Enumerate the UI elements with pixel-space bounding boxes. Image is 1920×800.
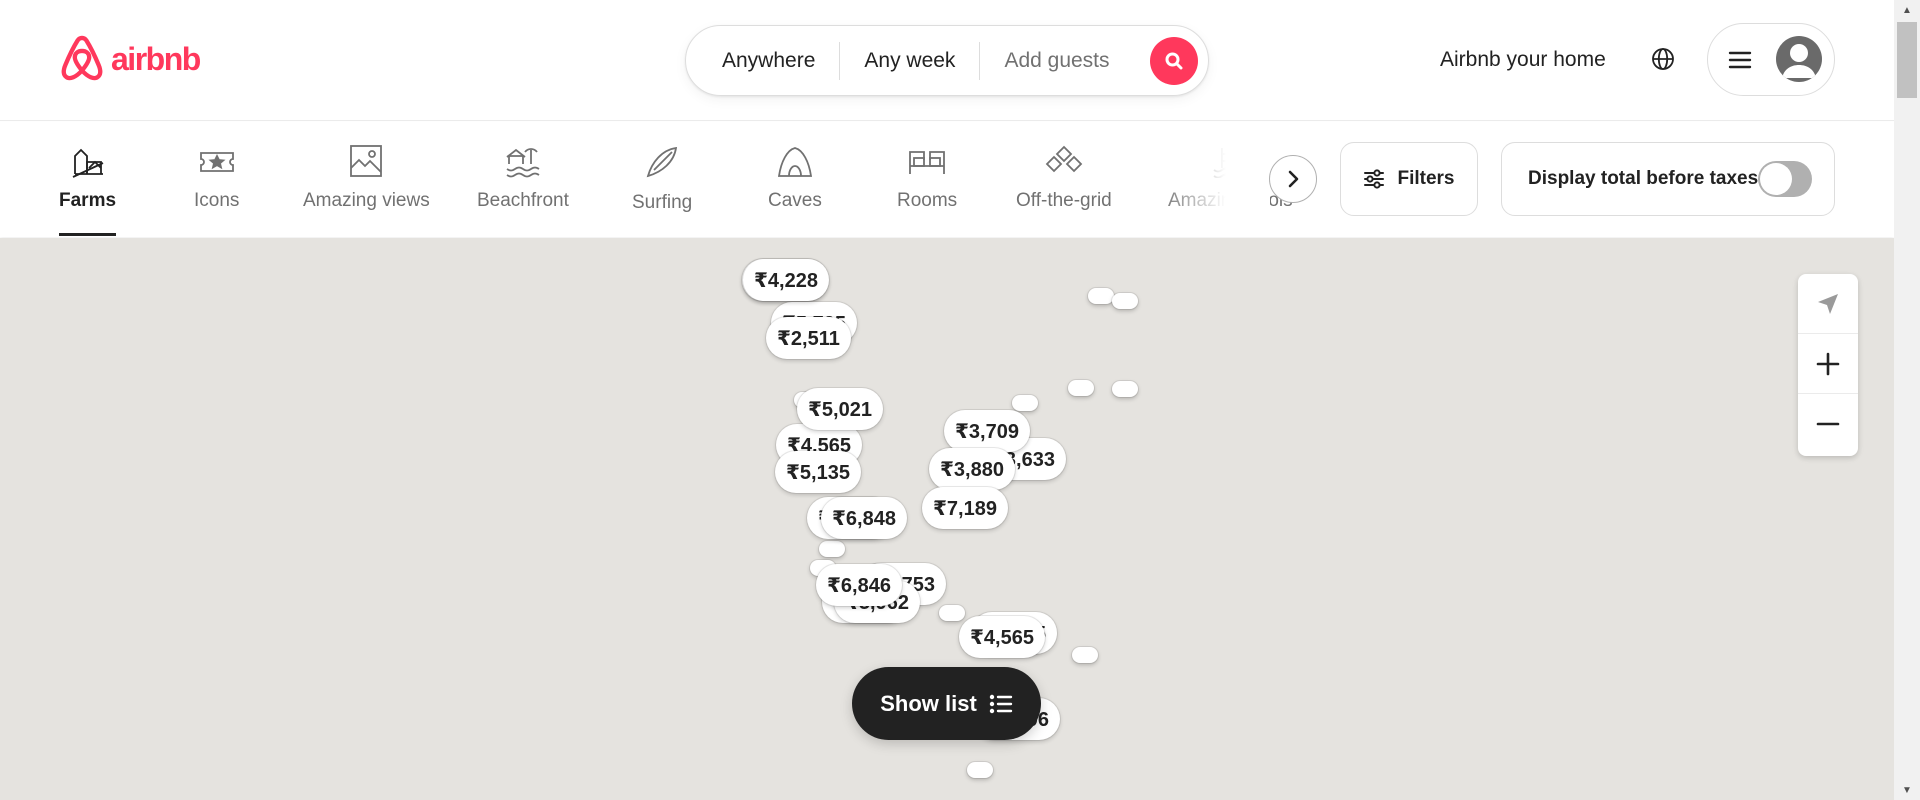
price-pin[interactable]: ₹3,709	[944, 410, 1030, 452]
amazing-views-icon	[350, 145, 383, 177]
price-pin[interactable]: ₹6,846	[816, 564, 902, 606]
category-label: Amazing views	[303, 190, 430, 211]
search-icon	[1165, 52, 1183, 70]
price-pin[interactable]: ₹3,880	[929, 448, 1015, 490]
toggle-knob	[1760, 163, 1792, 195]
avatar	[1776, 36, 1822, 82]
category-fade	[1160, 122, 1270, 237]
category-farms[interactable]: Farms	[59, 144, 117, 236]
category-next-button[interactable]	[1269, 155, 1317, 203]
category-beachfront[interactable]: Beachfront	[477, 144, 569, 212]
price-pin[interactable]: ₹5,135	[775, 451, 861, 493]
map-dot-marker[interactable]	[939, 605, 965, 621]
zoom-out-button[interactable]	[1798, 394, 1858, 454]
category-label: Farms	[59, 190, 117, 211]
category-label: Icons	[194, 190, 240, 211]
price-pin[interactable]: ₹5,021	[797, 388, 883, 430]
chevron-right-icon	[1288, 170, 1299, 188]
map-controls	[1798, 274, 1858, 456]
category-caves[interactable]: Caves	[768, 144, 822, 212]
map-dot-marker[interactable]	[1012, 395, 1038, 411]
show-list-button[interactable]: Show list	[852, 667, 1041, 740]
category-label: Rooms	[897, 190, 958, 211]
airbnb-logo-icon	[61, 35, 103, 81]
hamburger-icon	[1728, 51, 1752, 68]
price-pin[interactable]: ₹4,228	[743, 259, 829, 301]
logo-text: airbnb	[111, 40, 201, 77]
price-pin[interactable]: ₹7,189	[922, 487, 1008, 529]
price-pin[interactable]: ₹4,565	[959, 616, 1045, 658]
farm-icon	[72, 148, 103, 178]
tax-toggle-label: Display total before taxes	[1528, 168, 1759, 189]
locate-me-button[interactable]	[1798, 274, 1858, 334]
price-pin[interactable]: ₹6,848	[821, 497, 907, 539]
zoom-in-button[interactable]	[1798, 334, 1858, 394]
bed-icon	[909, 151, 945, 174]
price-pin[interactable]: ₹2,511	[766, 317, 851, 359]
surfboard-icon	[646, 146, 678, 178]
search-button[interactable]	[1150, 37, 1198, 85]
cave-icon	[777, 147, 812, 177]
navigation-arrow-icon	[1818, 293, 1838, 314]
category-amazing-views[interactable]: Amazing views	[303, 144, 430, 212]
plus-icon	[1816, 352, 1840, 375]
search-guests[interactable]: Add guests	[1004, 49, 1109, 73]
list-icon	[989, 694, 1012, 713]
user-icon	[1782, 44, 1816, 78]
category-label: Surfing	[632, 192, 693, 213]
search-bar[interactable]: Anywhere Any week Add guests	[685, 25, 1209, 96]
tax-toggle[interactable]	[1758, 161, 1812, 197]
language-button[interactable]	[1651, 47, 1675, 76]
search-when[interactable]: Any week	[864, 49, 955, 73]
beachfront-icon	[506, 148, 540, 178]
filters-label: Filters	[1397, 168, 1455, 189]
map-dot-marker[interactable]	[1112, 293, 1138, 309]
search-where[interactable]: Anywhere	[722, 49, 815, 73]
airbnb-your-home-link[interactable]: Airbnb your home	[1440, 48, 1606, 72]
scrollbar-thumb[interactable]	[1897, 22, 1917, 98]
off-grid-icon	[1045, 145, 1083, 173]
map-dot-marker[interactable]	[1068, 380, 1094, 396]
map-dot-marker[interactable]	[967, 762, 993, 778]
category-label: Caves	[768, 190, 822, 211]
map-dot-marker[interactable]	[1072, 647, 1098, 663]
search-divider	[839, 41, 841, 80]
top-header: airbnb Anywhere Any week Add guests Airb…	[0, 0, 1894, 121]
category-icons[interactable]: Icons	[194, 144, 239, 212]
category-rooms[interactable]: Rooms	[897, 144, 957, 212]
globe-icon	[1652, 48, 1674, 70]
map-area[interactable]: ₹4,228 ₹5,795 ₹4,228 ₹2,511 ₹4,565 ₹5,02…	[0, 238, 1894, 800]
page-scrollbar[interactable]: ▲ ▼	[1894, 0, 1920, 800]
icons-ticket-icon	[199, 152, 234, 172]
user-menu-button[interactable]	[1707, 23, 1835, 96]
minus-icon	[1816, 422, 1840, 426]
category-label: Off-the-grid	[1016, 190, 1112, 211]
map-dot-marker[interactable]	[1112, 381, 1138, 397]
scroll-up-arrow-icon[interactable]: ▲	[1894, 0, 1920, 20]
map-dot-marker[interactable]	[1088, 288, 1114, 304]
filters-button[interactable]: Filters	[1340, 142, 1478, 216]
map-dot-marker[interactable]	[819, 541, 845, 557]
category-label: Beachfront	[477, 190, 569, 211]
search-divider	[979, 41, 981, 80]
airbnb-logo[interactable]: airbnb	[59, 34, 201, 84]
category-surfing[interactable]: Surfing	[632, 144, 692, 214]
scroll-down-arrow-icon[interactable]: ▼	[1894, 780, 1920, 800]
category-off-the-grid[interactable]: Off-the-grid	[1016, 144, 1112, 212]
sliders-icon	[1364, 169, 1385, 189]
display-total-toggle-box[interactable]: Display total before taxes	[1501, 142, 1835, 216]
show-list-label: Show list	[880, 690, 977, 716]
